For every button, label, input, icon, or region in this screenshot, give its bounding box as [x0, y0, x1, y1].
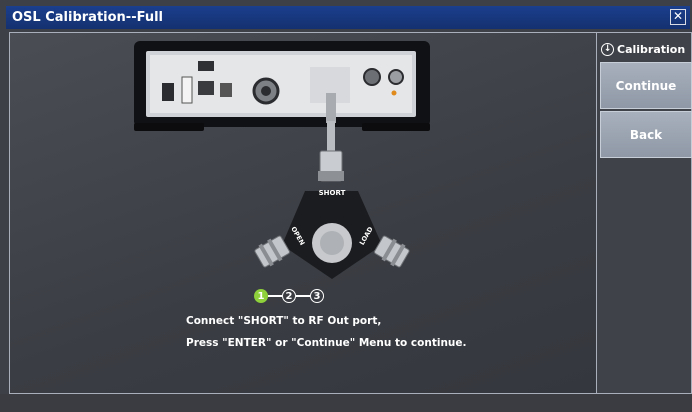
calibration-kit: SHORT OPEN LOAD — [254, 189, 410, 279]
device-illustration: SHORT OPEN LOAD — [134, 41, 430, 279]
side-menu: ↓ Calibration Continue Back — [596, 32, 692, 394]
kit-label-short: SHORT — [319, 189, 346, 197]
step-3: 3 — [310, 289, 324, 303]
step-2: 2 — [282, 289, 296, 303]
close-icon[interactable]: ✕ — [670, 9, 686, 25]
title-bar: OSL Calibration--Full ✕ — [6, 6, 690, 29]
chevron-down-circle-icon: ↓ — [601, 42, 614, 56]
side-menu-title-label: Calibration — [617, 42, 686, 56]
step-indicator: 1 2 3 — [254, 288, 324, 304]
back-button[interactable]: Back — [600, 111, 692, 158]
step-connector — [296, 295, 310, 297]
step-connector — [268, 295, 282, 297]
side-menu-title: ↓ Calibration — [601, 41, 685, 57]
calibration-screen: OSL Calibration--Full ✕ SHORT OPEN LOAD … — [0, 0, 692, 412]
step-1: 1 — [254, 289, 268, 303]
status-bar — [0, 394, 692, 412]
window-title: OSL Calibration--Full — [12, 10, 163, 25]
instruction-line-2: Press "ENTER" or "Continue" Menu to cont… — [186, 337, 467, 349]
device-image — [134, 41, 430, 131]
instruction-line-1: Connect "SHORT" to RF Out port, — [186, 315, 382, 327]
continue-button[interactable]: Continue — [600, 62, 692, 109]
